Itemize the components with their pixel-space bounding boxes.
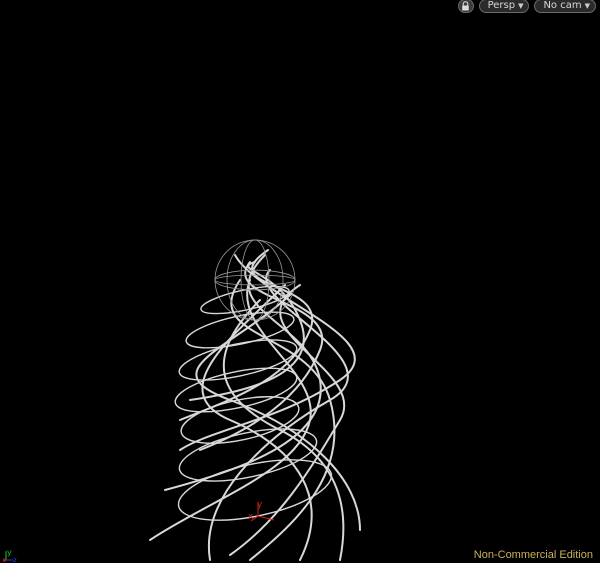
corner-axis-gnomon: y x z: [2, 547, 20, 563]
origin-x-label: x: [248, 512, 254, 522]
viewport-controls: Persp ▼ No cam ▼: [457, 0, 600, 13]
origin-y-label: y: [257, 500, 263, 510]
lock-icon: [462, 1, 469, 11]
corner-y-label: y: [7, 548, 12, 557]
coil-loop: [180, 396, 300, 444]
view-menu-button[interactable]: Persp ▼: [478, 0, 530, 13]
chevron-down-icon: ▼: [584, 2, 590, 10]
corner-z-label: z: [13, 556, 17, 562]
camera-menu-label: No cam: [543, 0, 582, 11]
camera-menu-button[interactable]: No cam ▼: [534, 0, 596, 13]
origin-axis-gnomon: y x: [248, 500, 275, 522]
chevron-down-icon: ▼: [518, 2, 524, 10]
camera-lock-button[interactable]: [457, 0, 474, 13]
coil-loop: [185, 311, 295, 349]
scene-canvas[interactable]: y x: [0, 0, 600, 563]
coil-loop: [178, 339, 298, 381]
corner-x-label: x: [2, 556, 6, 562]
edition-watermark: Non-Commercial Edition: [473, 549, 593, 561]
spiral-strand: [207, 269, 349, 561]
view-menu-label: Persp: [487, 0, 516, 11]
spiral-curves: [149, 249, 361, 561]
3d-viewport[interactable]: y x Persp ▼ No cam ▼ y x z Non-Commercia…: [0, 0, 600, 563]
spiral-strand: [199, 261, 324, 451]
coil-loop: [178, 428, 318, 482]
